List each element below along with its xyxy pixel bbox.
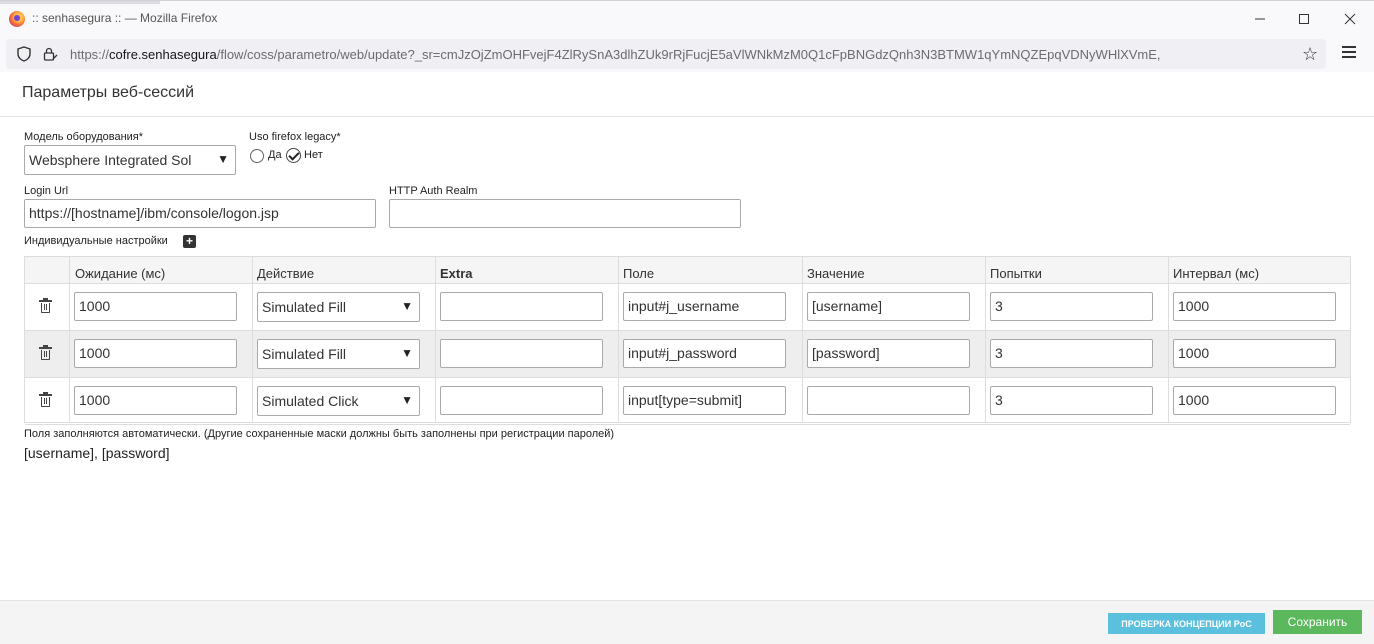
save-button[interactable]: Сохранить — [1273, 610, 1362, 634]
trash-icon[interactable] — [39, 345, 52, 360]
action-value: Simulated Click — [262, 393, 359, 409]
column-divider — [1168, 257, 1169, 422]
action-value: Simulated Fill — [262, 346, 347, 362]
attempts-input[interactable]: 3 — [990, 386, 1153, 415]
action-select[interactable]: Simulated Fill ▼ — [257, 292, 420, 322]
url-host: cofre.senhasegura — [109, 47, 217, 62]
device-model-value: Websphere Integrated Sol — [29, 152, 192, 168]
column-divider — [69, 257, 70, 422]
legacy-label: Uso firefox legacy* — [249, 131, 341, 143]
legacy-no-label: Нет — [304, 149, 323, 161]
header-field: Поле — [623, 266, 655, 281]
table-row: 1000 Simulated Click ▼ input[type=submit]… — [25, 378, 1350, 425]
field-input[interactable]: input[type=submit] — [623, 386, 786, 415]
action-select[interactable]: Simulated Fill ▼ — [257, 339, 420, 369]
extra-input[interactable] — [440, 339, 603, 368]
header-attempts: Попытки — [990, 266, 1042, 281]
extra-input[interactable] — [440, 292, 603, 321]
lock-icon[interactable] — [42, 46, 58, 62]
table-row: 1000 Simulated Fill ▼ input#j_username [u… — [25, 284, 1350, 331]
wait-input[interactable]: 1000 — [74, 292, 237, 321]
column-divider — [802, 257, 803, 422]
url-text[interactable]: https://cofre.senhasegura/flow/coss/para… — [70, 47, 1210, 62]
firefox-logo-icon — [9, 11, 25, 27]
header-value: Значение — [807, 266, 865, 281]
value-input[interactable] — [807, 386, 970, 415]
header-action: Действие — [257, 266, 315, 281]
header-interval: Интервал (мс) — [1173, 266, 1260, 281]
column-divider — [435, 257, 436, 422]
settings-table: Ожидание (мс) Действие Extra Поле Значен… — [24, 256, 1351, 425]
table-header: Ожидание (мс) Действие Extra Поле Значен… — [25, 257, 1350, 284]
extra-input[interactable] — [440, 386, 603, 415]
login-url-input[interactable]: https://[hostname]/ibm/console/logon.jsp — [24, 199, 376, 228]
value-input[interactable]: [username] — [807, 292, 970, 321]
chevron-down-icon: ▼ — [401, 393, 413, 407]
device-model-select[interactable]: Websphere Integrated Sol ▼ — [24, 145, 236, 175]
menu-icon[interactable] — [1342, 46, 1356, 58]
auto-fill-note: Поля заполняются автоматически. (Другие … — [24, 428, 615, 440]
table-row: 1000 Simulated Fill ▼ input#j_password [p… — [25, 331, 1350, 378]
window-titlebar: :: senhasegura :: — Mozilla Firefox — [0, 0, 1374, 36]
navigation-bar: https://cofre.senhasegura/flow/coss/para… — [0, 36, 1374, 72]
header-wait: Ожидание (мс) — [75, 266, 166, 281]
column-divider — [985, 257, 986, 422]
column-divider — [618, 257, 619, 422]
minimize-icon[interactable] — [1248, 7, 1272, 31]
masks-list: [username], [password] — [24, 445, 170, 461]
interval-input[interactable]: 1000 — [1173, 292, 1336, 321]
http-auth-label: HTTP Auth Realm — [389, 185, 478, 197]
header-extra: Extra — [440, 266, 473, 281]
page-title: Параметры веб-сессий — [22, 84, 195, 101]
wait-input[interactable]: 1000 — [74, 339, 237, 368]
action-value: Simulated Fill — [262, 299, 347, 315]
bookmark-star-icon[interactable]: ☆ — [1302, 44, 1318, 65]
close-icon[interactable] — [1338, 7, 1362, 31]
chevron-down-icon: ▼ — [401, 346, 413, 360]
action-select[interactable]: Simulated Click ▼ — [257, 386, 420, 416]
maximize-icon[interactable] — [1292, 7, 1316, 31]
window-title: :: senhasegura :: — Mozilla Firefox — [32, 11, 218, 25]
wait-input[interactable]: 1000 — [74, 386, 237, 415]
custom-settings-label: Индивидуальные настройки — [24, 235, 168, 247]
trash-icon[interactable] — [39, 298, 52, 313]
url-prefix: https:// — [70, 47, 110, 62]
interval-input[interactable]: 1000 — [1173, 339, 1336, 368]
login-url-label: Login Url — [24, 185, 69, 197]
header-divider — [0, 116, 1374, 117]
column-divider — [252, 257, 253, 422]
poc-button[interactable]: ПРОВЕРКА КОНЦЕПЦИИ PoC — [1108, 613, 1265, 634]
device-model-label: Модель оборудования* — [24, 131, 144, 143]
add-row-icon[interactable]: + — [183, 235, 196, 248]
http-auth-input[interactable] — [389, 199, 741, 228]
attempts-input[interactable]: 3 — [990, 339, 1153, 368]
url-bar[interactable]: https://cofre.senhasegura/flow/coss/para… — [6, 39, 1326, 69]
field-input[interactable]: input#j_username — [623, 292, 786, 321]
interval-input[interactable]: 1000 — [1173, 386, 1336, 415]
chevron-down-icon: ▼ — [401, 299, 413, 313]
value-input[interactable]: [password] — [807, 339, 970, 368]
url-path: /flow/coss/parametro/web/update?_sr=cmJz… — [216, 47, 1161, 62]
legacy-yes-label: Да — [268, 149, 282, 161]
legacy-yes-radio[interactable] — [250, 149, 264, 163]
tab-strip-hint — [0, 1, 160, 4]
chevron-down-icon: ▼ — [217, 152, 229, 166]
tracking-shield-icon[interactable] — [16, 46, 32, 62]
legacy-no-radio[interactable] — [286, 148, 301, 163]
attempts-input[interactable]: 3 — [990, 292, 1153, 321]
field-input[interactable]: input#j_password — [623, 339, 786, 368]
trash-icon[interactable] — [39, 392, 52, 407]
